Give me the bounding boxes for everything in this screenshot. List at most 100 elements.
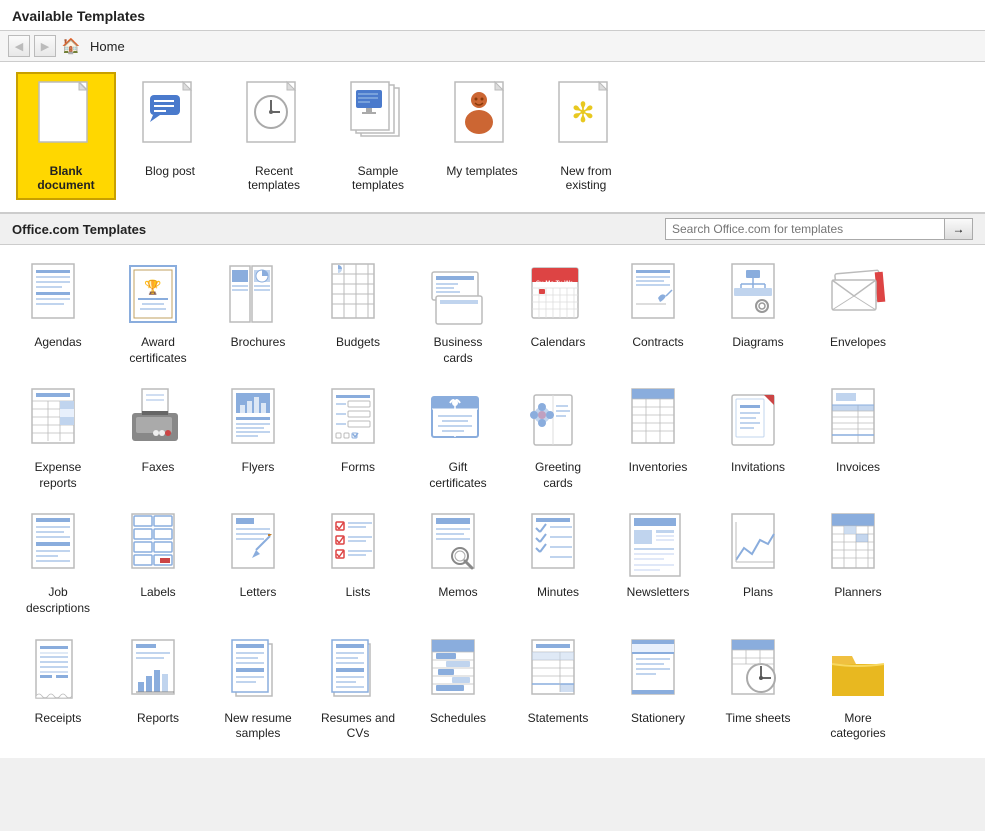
search-input[interactable] [665,218,945,240]
lists-icon [323,511,393,581]
expense-reports-label: Expensereports [35,460,82,491]
template-business-cards[interactable]: Businesscards [408,253,508,374]
template-invitations[interactable]: Invitations [708,378,808,499]
office-section-label: Office.com Templates [12,222,146,237]
inventories-label: Inventories [629,460,688,476]
template-contracts[interactable]: Contracts [608,253,708,374]
forward-button[interactable]: ▶ [34,35,56,57]
template-faxes[interactable]: Faxes [108,378,208,499]
job-descriptions-label: Jobdescriptions [26,585,90,616]
template-forms[interactable]: Forms [308,378,408,499]
my-templates-icon [447,80,517,160]
template-memos[interactable]: Memos [408,503,508,624]
memos-label: Memos [438,585,477,601]
my-templates-label: My templates [446,164,517,178]
template-receipts[interactable]: Receipts [8,629,108,750]
planners-icon [823,511,893,581]
back-button[interactable]: ◀ [8,35,30,57]
envelopes-label: Envelopes [830,335,886,351]
template-reports[interactable]: Reports [108,629,208,750]
template-envelopes[interactable]: Envelopes [808,253,908,374]
planners-label: Planners [834,585,881,601]
resumes-cvs-icon [323,637,393,707]
minutes-icon [523,511,593,581]
award-certificates-icon: 🏆 [123,261,193,331]
award-certificates-label: Awardcertificates [129,335,186,366]
letters-label: Letters [240,585,277,601]
brochures-icon [223,261,293,331]
budgets-label: Budgets [336,335,380,351]
memos-icon [423,511,493,581]
template-inventories[interactable]: Inventories [608,378,708,499]
template-new-resume-samples[interactable]: New resumesamples [208,629,308,750]
template-brochures[interactable]: Brochures [208,253,308,374]
statements-icon [523,637,593,707]
greeting-cards-icon [523,386,593,456]
office-section-header: Office.com Templates → [0,213,985,245]
template-letters[interactable]: Letters [208,503,308,624]
template-greeting-cards[interactable]: Greetingcards [508,378,608,499]
search-area: → [665,218,973,240]
faxes-icon [123,386,193,456]
invoices-icon [823,386,893,456]
template-lists[interactable]: Lists [308,503,408,624]
nav-bar: ◀ ▶ 🏠 Home [0,31,985,62]
sample-templates-label: Sampletemplates [352,164,404,192]
diagrams-label: Diagrams [732,335,783,351]
new-from-existing-label: New fromexisting [560,164,611,192]
letters-icon [223,511,293,581]
template-schedules[interactable]: Schedules [408,629,508,750]
template-blank-document[interactable]: Blankdocument [16,72,116,200]
template-blog-post[interactable]: Blog post [120,72,220,200]
new-from-existing-icon: ✻ [551,80,621,160]
template-recent[interactable]: Recenttemplates [224,72,324,200]
template-more-categories[interactable]: Morecategories [808,629,908,750]
blog-post-label: Blog post [145,164,195,178]
statements-label: Statements [528,711,589,727]
template-stationery[interactable]: Stationery [608,629,708,750]
template-resumes-cvs[interactable]: Resumes andCVs [308,629,408,750]
template-award-certificates[interactable]: 🏆 Awardcertificates [108,253,208,374]
template-planners[interactable]: Planners [808,503,908,624]
svg-text:✻: ✻ [571,97,594,128]
gift-certificates-label: Giftcertificates [429,460,486,491]
template-labels[interactable]: Labels [108,503,208,624]
template-minutes[interactable]: Minutes [508,503,608,624]
template-diagrams[interactable]: Diagrams [708,253,808,374]
template-new-from-existing[interactable]: ✻ New fromexisting [536,72,636,200]
home-button[interactable]: 🏠 [60,35,82,57]
template-calendars[interactable]: Su Mo Tu We Calendars [508,253,608,374]
template-invoices[interactable]: Invoices [808,378,908,499]
agendas-icon [23,261,93,331]
blank-document-label: Blankdocument [37,164,94,192]
template-statements[interactable]: Statements [508,629,608,750]
blank-document-icon [31,80,101,160]
recent-templates-icon [239,80,309,160]
schedules-label: Schedules [430,711,486,727]
svg-text:Su Mo Tu We: Su Mo Tu We [536,281,574,287]
template-my[interactable]: My templates [432,72,532,200]
template-sample[interactable]: Sampletemplates [328,72,428,200]
template-gift-certificates[interactable]: Giftcertificates [408,378,508,499]
search-button[interactable]: → [945,218,973,240]
business-cards-icon [423,261,493,331]
calendars-icon: Su Mo Tu We [523,261,593,331]
template-plans[interactable]: Plans [708,503,808,624]
contracts-icon [623,261,693,331]
schedules-icon [423,637,493,707]
greeting-cards-label: Greetingcards [535,460,581,491]
template-newsletters[interactable]: Newsletters [608,503,708,624]
forms-label: Forms [341,460,375,476]
template-time-sheets[interactable]: Time sheets [708,629,808,750]
blog-post-icon [135,80,205,160]
template-flyers[interactable]: Flyers [208,378,308,499]
recent-templates-label: Recenttemplates [248,164,300,192]
budgets-icon [323,261,393,331]
template-agendas[interactable]: Agendas [8,253,108,374]
template-expense-reports[interactable]: Expensereports [8,378,108,499]
time-sheets-icon [723,637,793,707]
new-resume-samples-icon [223,637,293,707]
invitations-label: Invitations [731,460,785,476]
template-job-descriptions[interactable]: Jobdescriptions [8,503,108,624]
template-budgets[interactable]: Budgets [308,253,408,374]
